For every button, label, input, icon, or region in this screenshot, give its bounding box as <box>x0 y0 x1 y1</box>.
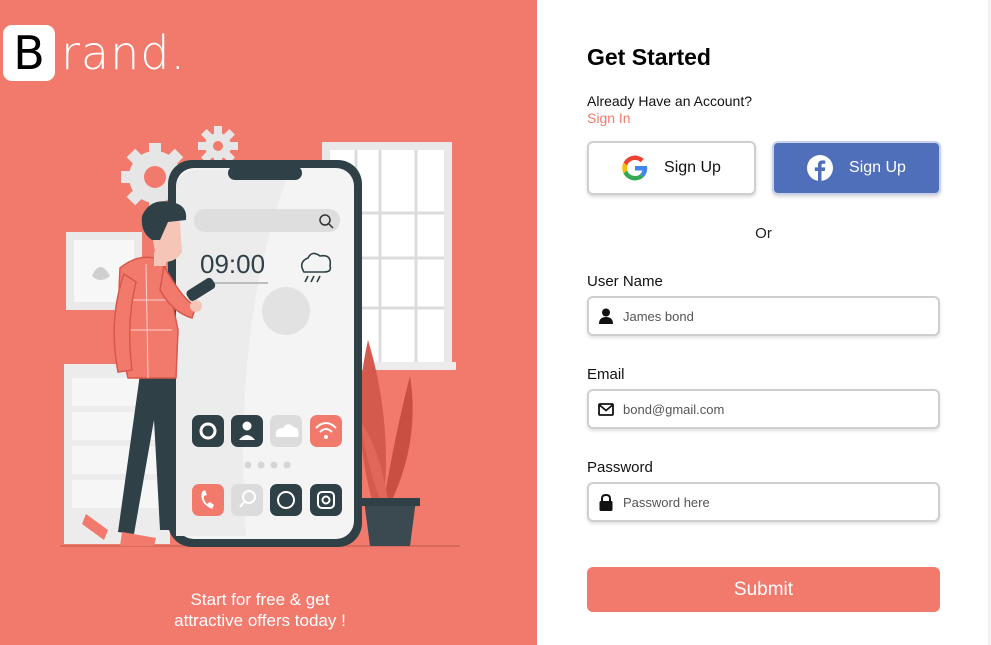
tagline: Start for free & get attractive offers t… <box>0 589 520 631</box>
signup-panel: Get Started Already Have an Account? Sig… <box>537 0 991 645</box>
page-title: Get Started <box>587 44 711 70</box>
search-app-icon <box>231 484 263 516</box>
envelope-icon <box>597 402 615 416</box>
google-icon <box>622 155 648 181</box>
password-label: Password <box>587 459 653 476</box>
user-icon <box>597 308 615 324</box>
username-label: User Name <box>587 273 663 290</box>
tagline-line-1: Start for free & get <box>190 590 330 609</box>
instagram-app-icon <box>310 484 342 516</box>
wifi-app-icon <box>310 415 342 447</box>
settings-app-icon <box>192 415 224 447</box>
google-signup-button[interactable]: Sign Up <box>587 141 756 195</box>
submit-button[interactable]: Submit <box>587 567 940 612</box>
phone-illustration: 09:00 <box>168 160 362 547</box>
phone-clock: 09:00 <box>200 249 265 279</box>
contacts-app-icon <box>231 415 263 447</box>
email-input[interactable] <box>623 401 923 417</box>
email-field[interactable] <box>587 389 940 429</box>
username-field[interactable] <box>587 296 940 336</box>
plant <box>359 340 420 546</box>
or-divider: Or <box>755 225 772 242</box>
hero-panel: B rand. 09:00 Start for free & get attra… <box>0 0 537 645</box>
password-input[interactable] <box>623 494 923 510</box>
whatsapp-app-icon <box>270 484 302 516</box>
facebook-signup-button[interactable]: Sign Up <box>772 141 941 195</box>
hero-illustration: 09:00 <box>60 126 460 547</box>
sign-in-link[interactable]: Sign In <box>587 110 631 126</box>
tagline-line-2: attractive offers today ! <box>174 611 346 630</box>
email-label: Email <box>587 366 625 383</box>
password-field[interactable] <box>587 482 940 522</box>
facebook-signup-label: Sign Up <box>849 159 906 176</box>
google-signup-label: Sign Up <box>664 159 721 176</box>
username-input[interactable] <box>623 308 923 324</box>
facebook-icon <box>807 155 834 181</box>
have-account-text: Already Have an Account? <box>587 93 752 109</box>
lock-icon <box>597 493 615 511</box>
phone-app-icon <box>192 484 224 516</box>
